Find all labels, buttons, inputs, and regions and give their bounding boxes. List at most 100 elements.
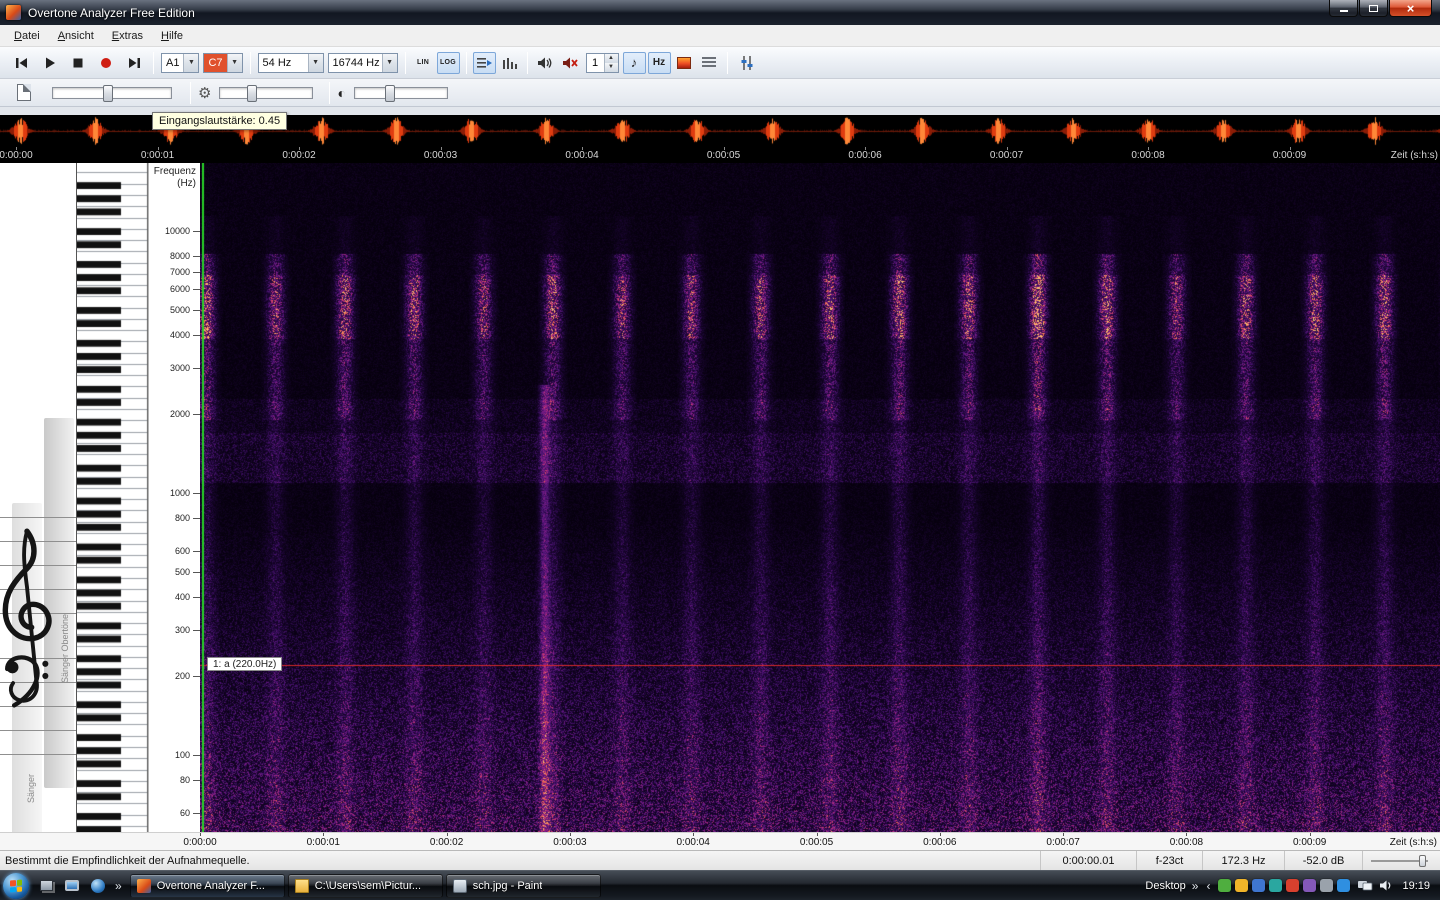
note-range-high-select[interactable]: C7 ▼ xyxy=(203,52,243,73)
spectrum-view-button[interactable] xyxy=(472,51,496,74)
tray-purple-icon[interactable] xyxy=(1303,879,1317,892)
linear-scale-button[interactable]: LIN xyxy=(412,52,435,74)
taskbar-task[interactable]: sch.jpg - Paint xyxy=(445,873,601,898)
chevron-down-icon[interactable]: ▼ xyxy=(226,53,242,72)
record-button[interactable] xyxy=(93,50,119,76)
freq-tick-label: 10000 xyxy=(164,226,190,236)
tray-gray-icon[interactable] xyxy=(1320,879,1334,892)
time-tick-label: 0:00:08 xyxy=(1169,837,1204,848)
log-scale-button[interactable]: LOG xyxy=(436,51,460,74)
mute-button[interactable] xyxy=(559,52,582,74)
grid-lines-button[interactable] xyxy=(698,52,721,74)
time-tick-label: 0:00:06 xyxy=(923,837,957,848)
tray-green-shield-icon[interactable] xyxy=(1218,879,1232,892)
close-icon: × xyxy=(1406,0,1415,16)
tray-teal-icon[interactable] xyxy=(1269,879,1283,892)
hz-display-button[interactable]: Hz xyxy=(647,51,671,74)
chevron-down-icon[interactable]: ▼ xyxy=(381,53,397,72)
desktop-overflow-chevron[interactable]: » xyxy=(1188,879,1203,893)
freq-min-value: 54 Hz xyxy=(262,56,292,69)
tray-flag-icon[interactable] xyxy=(1252,879,1266,892)
time-tick-label: 0:00:01 xyxy=(306,837,340,848)
document-icon xyxy=(17,84,31,101)
chevron-down-icon[interactable]: ▼ xyxy=(183,53,199,72)
taskbar-task[interactable]: Overtone Analyzer F... xyxy=(129,873,285,898)
play-button[interactable] xyxy=(37,50,63,76)
taskbar-task[interactable]: C:\Users\sem\Pictur... xyxy=(287,873,443,898)
media-player-button[interactable] xyxy=(87,875,109,897)
mixer-button[interactable] xyxy=(734,50,760,76)
status-zoom-slider[interactable] xyxy=(1362,851,1440,870)
palette-button[interactable] xyxy=(673,52,696,74)
freq-min-select[interactable]: 54 Hz ▼ xyxy=(257,52,324,73)
overtone-count-stepper[interactable]: 1 ▲ ▼ xyxy=(585,52,619,73)
spin-up-button[interactable]: ▲ xyxy=(604,53,618,63)
status-level: -52.0 dB xyxy=(1284,851,1362,870)
contrast-thumb[interactable] xyxy=(384,84,395,102)
freq-tick-mark xyxy=(193,367,200,369)
slider-thumb[interactable] xyxy=(1419,855,1426,867)
skip-to-start-button[interactable] xyxy=(9,50,35,76)
start-button[interactable] xyxy=(3,872,29,899)
switch-windows-button[interactable] xyxy=(61,875,83,897)
task-label: Overtone Analyzer F... xyxy=(156,879,265,892)
skip-to-end-button[interactable] xyxy=(121,50,147,76)
maximize-button[interactable] xyxy=(1359,0,1388,17)
tray-expand-chevron[interactable]: ‹ xyxy=(1202,879,1214,893)
ruler-tick-label: 0:00:05 xyxy=(706,150,741,161)
tray-red-icon[interactable] xyxy=(1286,879,1300,892)
freq-tick-label: 6000 xyxy=(169,284,190,295)
ruler-tick-label: 0:00:07 xyxy=(989,150,1024,161)
separator xyxy=(404,51,406,74)
minimize-button[interactable] xyxy=(1329,0,1358,17)
ruler-tick-label: 0:00:08 xyxy=(1131,150,1165,161)
vocal-range-sidebar: Sänger Obertöne Sänger xyxy=(0,163,77,832)
separator xyxy=(153,51,154,74)
sensitivity-thumb[interactable] xyxy=(247,84,258,102)
new-document-button[interactable] xyxy=(11,80,37,106)
menu-extras[interactable]: Extras xyxy=(103,27,152,45)
desktop-toolbar-label[interactable]: Desktop xyxy=(1137,880,1187,892)
show-desktop-button[interactable] xyxy=(35,875,57,897)
harmonics-view-button[interactable] xyxy=(498,52,521,74)
hz-label: Hz xyxy=(652,57,666,68)
spin-down-button[interactable]: ▼ xyxy=(604,62,618,72)
input-volume-thumb[interactable] xyxy=(103,84,113,102)
piano-keyboard[interactable] xyxy=(77,163,148,832)
note-names-button[interactable]: ♪ xyxy=(622,51,646,74)
volume-icon[interactable] xyxy=(1379,879,1393,892)
frequency-axis[interactable]: Frequenz (Hz) 10000 8000 7000 6000 5000 4000 3… xyxy=(148,163,200,832)
close-button[interactable]: × xyxy=(1389,0,1432,17)
chevron-down-icon[interactable]: ▼ xyxy=(307,53,323,72)
ruler-tick-label: 0:00:06 xyxy=(848,150,882,161)
pitch-marker-label[interactable]: 1: a (220.0Hz) xyxy=(207,657,283,671)
time-tick-label: 0:00:07 xyxy=(1046,837,1080,848)
time-tick xyxy=(693,833,695,836)
taskbar-clock[interactable]: 19:19 xyxy=(1396,880,1440,892)
lines-arrow-icon xyxy=(477,57,493,68)
contrast-slider[interactable] xyxy=(353,84,448,102)
title-bar[interactable]: Overtone Analyzer Free Edition × xyxy=(0,0,1440,25)
network-icon[interactable] xyxy=(1357,879,1373,892)
app-icon[interactable] xyxy=(6,5,21,20)
settings-toolbar: ⚙ ◐ xyxy=(0,79,1440,107)
skip-to-start-icon xyxy=(16,57,27,68)
menu-hilfe[interactable]: Hilfe xyxy=(152,27,192,45)
time-tick-label: 0:00:04 xyxy=(676,837,710,848)
stop-button[interactable] xyxy=(65,50,91,76)
input-volume-slider[interactable] xyxy=(52,84,172,102)
tray-yellow-icon[interactable] xyxy=(1235,879,1249,892)
spectrogram-canvas[interactable] xyxy=(200,163,1440,832)
menu-ansicht[interactable]: Ansicht xyxy=(49,27,103,45)
menu-datei[interactable]: Datei xyxy=(5,27,49,45)
freq-max-select[interactable]: 16744 Hz ▼ xyxy=(327,52,398,73)
quicklaunch-overflow-chevron[interactable]: » xyxy=(111,879,126,893)
speaker-button[interactable] xyxy=(534,52,557,74)
sensitivity-slider[interactable] xyxy=(219,84,314,102)
note-range-low-select[interactable]: A1 ▼ xyxy=(161,52,200,73)
ruler-tick-label: 0:00:09 xyxy=(1272,150,1307,161)
status-pitch-offset: f-23ct xyxy=(1136,851,1202,870)
freq-tick-label: 300 xyxy=(174,624,190,635)
tray-blue-icon[interactable] xyxy=(1337,879,1351,892)
freq-tick-mark xyxy=(193,571,200,573)
